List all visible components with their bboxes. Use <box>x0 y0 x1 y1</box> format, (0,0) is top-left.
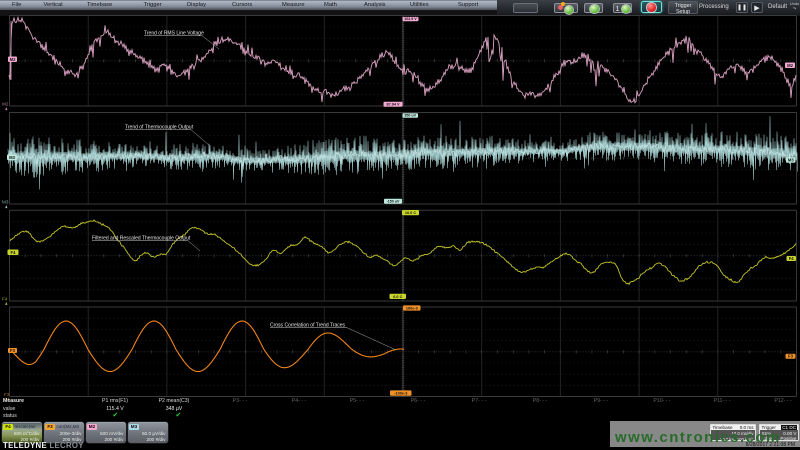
svg-text:F3: F3 <box>10 348 16 353</box>
svg-text:6.0 C: 6.0 C <box>393 295 402 299</box>
svg-text:M3: M3 <box>9 155 15 160</box>
svg-text:-100e-3: -100e-3 <box>394 392 407 396</box>
svg-text:M2: M2 <box>10 57 16 62</box>
svg-text:100e-3: 100e-3 <box>406 307 418 311</box>
svg-text:102.9 V: 102.9 V <box>404 17 417 21</box>
svg-text:F3: F3 <box>4 392 10 397</box>
svg-text:F4: F4 <box>2 296 8 301</box>
svg-text:10.0 C: 10.0 C <box>405 211 416 215</box>
svg-text:M2: M2 <box>2 102 9 107</box>
svg-text:F3: F3 <box>788 354 794 359</box>
svg-text:350 uV: 350 uV <box>404 114 416 118</box>
svg-text:F4: F4 <box>789 256 795 261</box>
svg-text:M3: M3 <box>2 200 9 205</box>
svg-text:M3: M3 <box>788 158 794 163</box>
svg-text:M2: M2 <box>787 63 793 68</box>
svg-text:-150 uV: -150 uV <box>387 200 400 204</box>
svg-text:F4: F4 <box>11 250 17 255</box>
svg-text:87.94 V: 87.94 V <box>386 103 400 107</box>
